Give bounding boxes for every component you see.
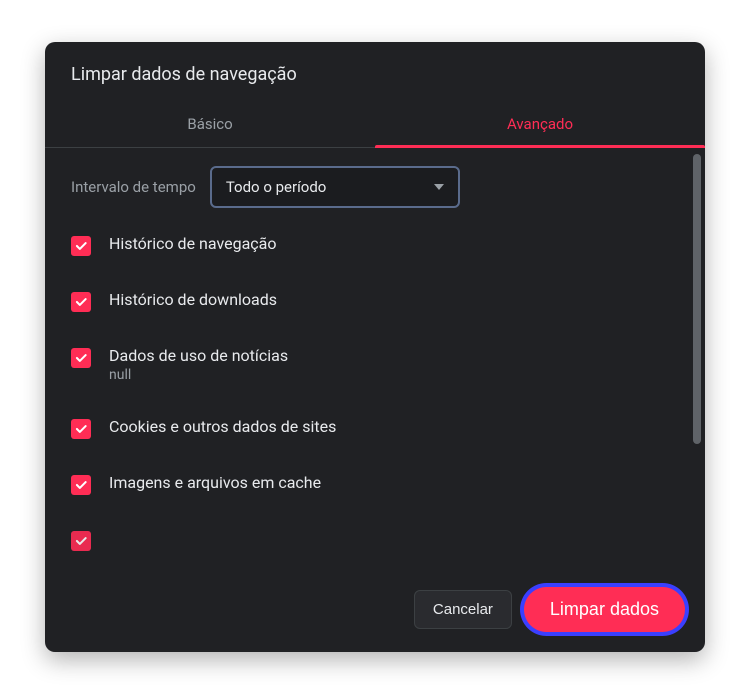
time-range-row: Intervalo de tempo Todo o período [71, 166, 679, 208]
tab-basic[interactable]: Básico [45, 103, 375, 147]
option-label: Imagens e arquivos em cache [109, 473, 321, 492]
scrollbar-thumb[interactable] [693, 154, 701, 444]
check-icon [74, 239, 88, 253]
option-text: Histórico de navegação [109, 234, 276, 253]
time-range-label: Intervalo de tempo [71, 178, 196, 196]
checkbox-cutoff[interactable] [71, 531, 91, 551]
tab-advanced[interactable]: Avançado [375, 103, 705, 147]
check-icon [74, 534, 88, 548]
time-range-select[interactable]: Todo o período [210, 166, 460, 208]
check-icon [74, 351, 88, 365]
chevron-down-icon [434, 184, 444, 190]
option-text: Cookies e outros dados de sites [109, 417, 336, 436]
dialog-footer: Cancelar Limpar dados [45, 571, 705, 652]
check-icon [74, 295, 88, 309]
clear-browsing-data-dialog: Limpar dados de navegação Básico Avançad… [45, 42, 705, 652]
content: Intervalo de tempo Todo o período Histór… [45, 148, 705, 571]
option-cookies: Cookies e outros dados de sites [71, 417, 679, 439]
checkbox-news-usage[interactable] [71, 348, 91, 368]
option-news-usage: Dados de uso de notícias null [71, 346, 679, 383]
option-text: Dados de uso de notícias null [109, 346, 288, 383]
clear-data-button[interactable]: Limpar dados [524, 587, 685, 632]
time-range-value: Todo o período [226, 178, 327, 196]
option-label: Cookies e outros dados de sites [109, 417, 336, 436]
tabs: Básico Avançado [45, 103, 705, 148]
option-download-history: Histórico de downloads [71, 290, 679, 312]
option-cache: Imagens e arquivos em cache [71, 473, 679, 495]
dialog-title: Limpar dados de navegação [45, 42, 705, 103]
checkbox-download-history[interactable] [71, 292, 91, 312]
option-label: Histórico de navegação [109, 234, 276, 253]
check-icon [74, 422, 88, 436]
content-wrap: Intervalo de tempo Todo o período Histór… [45, 148, 705, 571]
checkbox-cache[interactable] [71, 475, 91, 495]
cancel-button[interactable]: Cancelar [414, 590, 512, 629]
option-label: Histórico de downloads [109, 290, 277, 309]
checkbox-browsing-history[interactable] [71, 236, 91, 256]
scrollbar[interactable] [693, 154, 701, 565]
option-label: Dados de uso de notícias [109, 346, 288, 365]
checkbox-cookies[interactable] [71, 419, 91, 439]
option-text: Imagens e arquivos em cache [109, 473, 321, 492]
option-sublabel: null [109, 367, 288, 383]
option-text: Histórico de downloads [109, 290, 277, 309]
check-icon [74, 478, 88, 492]
option-cutoff [71, 529, 679, 553]
option-browsing-history: Histórico de navegação [71, 234, 679, 256]
